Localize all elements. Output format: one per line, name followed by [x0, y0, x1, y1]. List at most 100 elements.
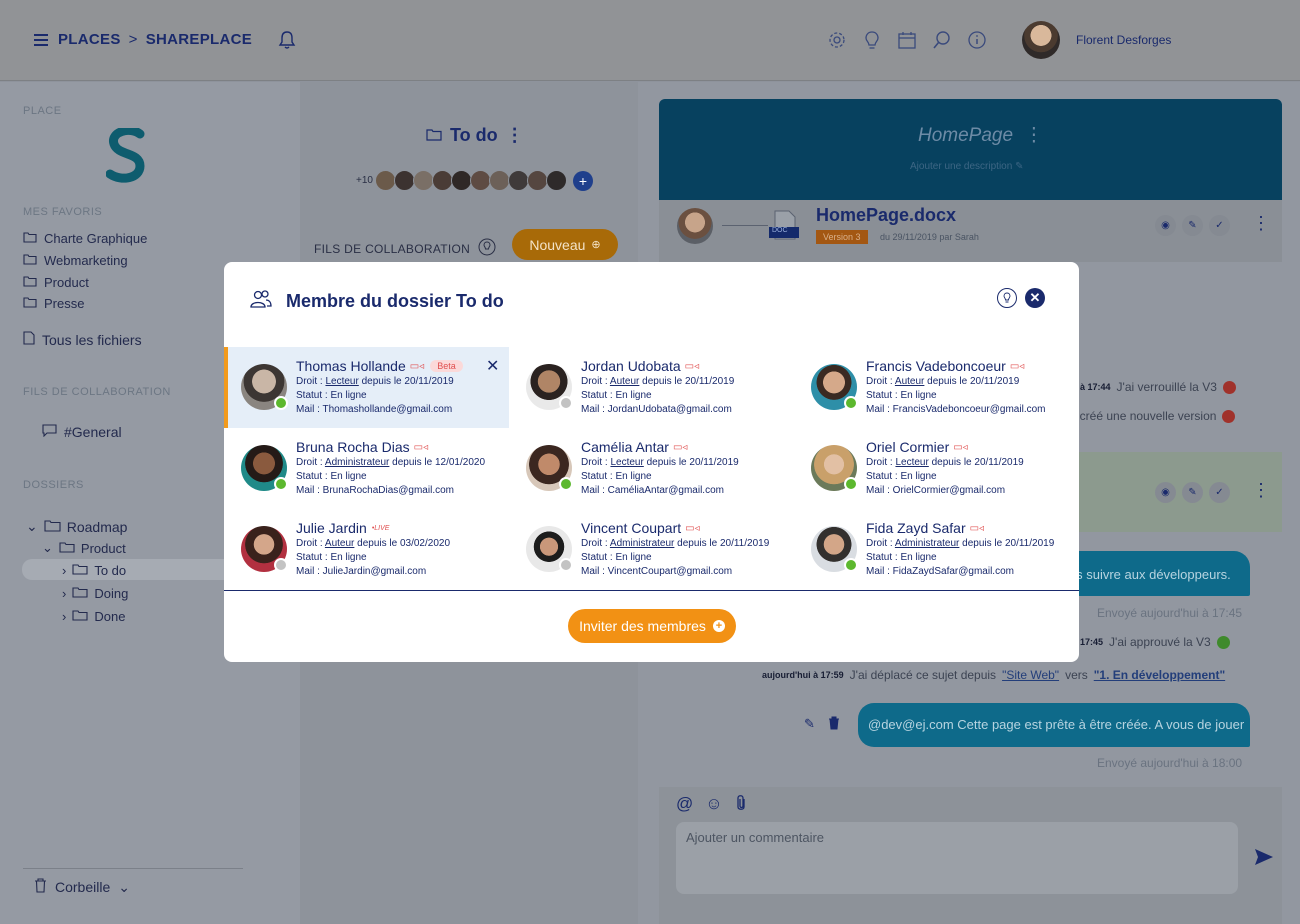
member-card[interactable]: Oriel Cormier ▭◃ Droit : Lecteur depuis l… [794, 428, 1079, 509]
place-section-title: PLACE [23, 105, 62, 117]
member-name: Camélia Antar ▭◃ [581, 439, 687, 455]
member-since: depuis le 20/11/2019 [646, 457, 739, 468]
member-card[interactable]: Thomas Hollande ▭◃ Beta Droit : Lecteur de… [224, 347, 509, 428]
favorite-item[interactable]: Presse [23, 296, 84, 311]
member-role[interactable]: Administrateur [610, 538, 674, 549]
log-link-to[interactable]: "1. En développement" [1094, 668, 1225, 682]
send-icon[interactable] [1254, 848, 1274, 871]
tree-item-todo[interactable]: › To do [62, 563, 126, 578]
member-status: Statut : En ligne [581, 471, 652, 482]
member-card[interactable]: Francis Vadeboncoeur ▭◃ Droit : Auteur de… [794, 347, 1079, 428]
lock-icon [1222, 380, 1236, 394]
channel-general[interactable]: #General [42, 424, 122, 440]
calendar-icon[interactable] [896, 29, 918, 51]
more-vertical-icon[interactable]: ⋮ [1252, 213, 1270, 234]
check-icon[interactable]: ✓ [1209, 482, 1230, 503]
folder-icon [23, 253, 37, 268]
member-status: Statut : En ligne [866, 471, 937, 482]
member-name-text: Francis Vadeboncoeur [866, 358, 1006, 374]
settings-icon[interactable] [826, 29, 848, 51]
trash-icon[interactable] [828, 716, 840, 735]
comment-input[interactable]: Ajouter un commentaire [676, 822, 1238, 894]
tree-item-done[interactable]: › Done [62, 609, 125, 624]
remove-member-icon[interactable]: ✕ [486, 356, 499, 376]
avatar [677, 208, 713, 244]
more-vertical-icon[interactable]: ⋮ [1252, 480, 1270, 501]
tree-item-doing[interactable]: › Doing [62, 586, 128, 601]
tree-item-product[interactable]: ⌄ Product [42, 540, 126, 556]
page-description[interactable]: Ajouter une description ✎ [910, 161, 1023, 172]
member-role[interactable]: Lecteur [610, 457, 643, 468]
favorite-item[interactable]: Charte Graphique [23, 231, 147, 246]
member-role[interactable]: Auteur [895, 376, 924, 387]
menu-icon[interactable] [34, 34, 48, 46]
emoji-icon[interactable]: ☺ [705, 794, 722, 817]
log-text: J'ai déplacé ce sujet depuis [849, 668, 997, 682]
pencil-icon[interactable]: ✎ [1182, 482, 1203, 503]
member-card[interactable]: Julie Jardin •LIVE Droit : Auteur depuis … [224, 509, 509, 590]
lightbulb-icon[interactable] [478, 238, 496, 259]
member-card[interactable]: Camélia Antar ▭◃ Droit : Lecteur depuis l… [509, 428, 794, 509]
pencil-icon[interactable]: ✎ [1182, 215, 1203, 236]
member-role[interactable]: Administrateur [895, 538, 959, 549]
member-role[interactable]: Administrateur [325, 457, 389, 468]
tree-label: Roadmap [66, 518, 128, 535]
favorite-item[interactable]: Webmarketing [23, 253, 128, 268]
trash-button[interactable]: Corbeille ⌄ [34, 878, 130, 896]
member-since: depuis le 20/11/2019 [962, 538, 1055, 549]
chevron-down-icon: ⌄ [26, 518, 38, 534]
user-avatar[interactable] [1022, 21, 1060, 59]
member-card[interactable]: Bruna Rocha Dias ▭◃ Droit : Administrateu… [224, 428, 509, 509]
add-member-button[interactable]: + [572, 170, 593, 191]
breadcrumb-current[interactable]: SHAREPLACE [146, 31, 252, 48]
all-files-link[interactable]: Tous les fichiers [23, 331, 142, 348]
search-icon[interactable] [931, 29, 953, 51]
member-name-text: Camélia Antar [581, 439, 669, 455]
doc-file-icon[interactable] [769, 210, 799, 240]
attachment-icon[interactable] [735, 794, 747, 817]
divider [224, 590, 1079, 591]
member-role[interactable]: Lecteur [895, 457, 928, 468]
more-vertical-icon[interactable]: ⋮ [1024, 125, 1043, 146]
member-card[interactable]: Fida Zayd Safar ▭◃ Droit : Administrateur… [794, 509, 1079, 590]
member-name-text: Thomas Hollande [296, 358, 406, 374]
user-name[interactable]: Florent Desforges [1076, 33, 1171, 47]
divider [722, 225, 768, 226]
member-role[interactable]: Auteur [325, 538, 354, 549]
member-card[interactable]: Jordan Udobata ▭◃ Droit : Auteur depuis l… [509, 347, 794, 428]
bell-icon[interactable] [278, 30, 296, 55]
log-time: aujourd'hui à 17:59 [762, 670, 844, 680]
version-badge[interactable]: Version 3 [816, 230, 868, 244]
status-offline-dot [559, 396, 573, 410]
folder-icon [426, 125, 442, 146]
log-link-from[interactable]: "Site Web" [1002, 668, 1059, 682]
mention-icon[interactable]: @ [676, 794, 693, 817]
more-vertical-icon[interactable]: ⋮ [506, 125, 524, 146]
favorite-item[interactable]: Product [23, 275, 89, 290]
member-card[interactable]: Vincent Coupart ▭◃ Droit : Administrateur… [509, 509, 794, 590]
breadcrumb-places[interactable]: PLACES [58, 31, 121, 48]
info-icon[interactable] [966, 29, 988, 51]
member-role[interactable]: Auteur [610, 376, 639, 387]
tree-item-roadmap[interactable]: ⌄ Roadmap [26, 518, 127, 535]
member-name-text: Vincent Coupart [581, 520, 682, 536]
pencil-icon[interactable]: ✎ [804, 716, 815, 732]
folder-members-row[interactable]: +10 + [356, 170, 593, 191]
log-text: vers [1065, 668, 1088, 682]
close-icon[interactable]: ✕ [1025, 288, 1045, 308]
eye-icon[interactable]: ◉ [1155, 482, 1176, 503]
check-icon[interactable]: ✓ [1209, 215, 1230, 236]
document-name[interactable]: HomePage.docx [816, 205, 956, 226]
avatar [469, 170, 491, 191]
collab-section-title: FILS DE COLLABORATION [23, 386, 171, 398]
eye-icon[interactable]: ◉ [1155, 215, 1176, 236]
lightbulb-icon[interactable] [861, 29, 883, 51]
log-text: J'ai approuvé la V3 [1109, 635, 1211, 649]
member-role[interactable]: Lecteur [325, 376, 358, 387]
member-status: Statut : En ligne [296, 471, 367, 482]
new-button[interactable]: Nouveau ⊕ [512, 229, 618, 260]
invite-members-button[interactable]: Inviter des membres + [568, 609, 736, 643]
channel-label: #General [64, 424, 122, 440]
lightbulb-icon[interactable] [997, 288, 1017, 308]
chat-icon [42, 424, 57, 440]
